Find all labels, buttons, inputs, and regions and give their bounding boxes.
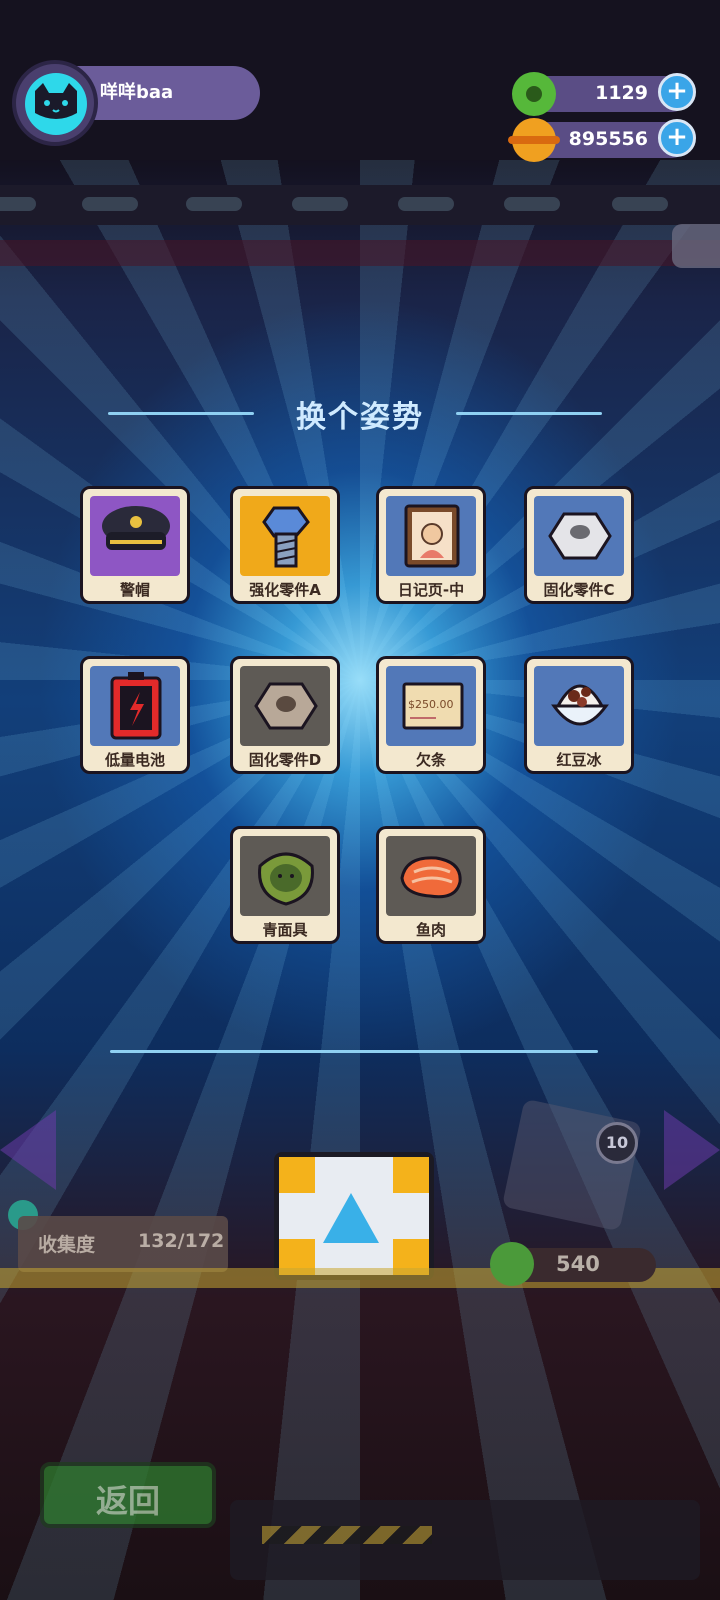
item-nut-c[interactable]: 固化零件C — [524, 486, 634, 604]
item-label: 红豆冰 — [556, 751, 602, 769]
draw-cost-value: 540 — [556, 1252, 600, 1276]
hex-nut-icon — [548, 512, 612, 560]
back-button-label: 返回 — [95, 1482, 160, 1520]
title-divider-right — [456, 412, 602, 415]
capsule-box[interactable] — [274, 1152, 434, 1280]
game-scene: 咩咩baa 1129 + 895556 + 换个姿势 警帽 强化零件A 日记页-… — [0, 0, 720, 1600]
triangle-icon — [323, 1193, 379, 1243]
back-button[interactable]: 返回 — [40, 1462, 216, 1528]
panel-title: 换个姿势 — [296, 400, 424, 435]
green-donut-icon — [490, 1242, 534, 1286]
item-label: 固化零件C — [543, 581, 615, 599]
next-arrow-button[interactable] — [664, 1110, 720, 1190]
side-menu-tab[interactable] — [672, 224, 720, 268]
add-donut-button[interactable]: + — [658, 73, 696, 111]
item-red-bean-ice[interactable]: 红豆冰 — [524, 656, 634, 774]
iou-amount-text: $250.00 — [408, 698, 454, 711]
item-label: 鱼肉 — [415, 921, 446, 939]
green-mask-icon — [258, 852, 314, 906]
iou-note-icon: $250.00 — [402, 682, 464, 730]
item-low-battery[interactable]: 低量电池 — [80, 656, 190, 774]
police-cap-icon — [102, 506, 170, 550]
hex-nut-icon — [254, 682, 318, 730]
donut-currency: 1129 + — [512, 72, 696, 116]
item-iou-note[interactable]: $250.00 欠条 — [376, 656, 486, 774]
fish-meat-icon — [400, 856, 462, 899]
item-bolt-a[interactable]: 强化零件A — [230, 486, 340, 604]
coin-value: 895556 — [568, 128, 648, 150]
player-name: 咩咩baa — [100, 82, 174, 103]
draw-cost: 540 — [490, 1242, 656, 1286]
capsule-count-badge: 10 — [596, 1122, 638, 1164]
diary-page-icon — [404, 504, 460, 568]
item-label: 日记页-中 — [397, 581, 465, 599]
item-police-cap[interactable]: 警帽 — [80, 486, 190, 604]
item-fish-meat[interactable]: 鱼肉 — [376, 826, 486, 944]
item-label: 低量电池 — [104, 751, 165, 769]
stage-lights — [0, 185, 720, 225]
item-label: 青面具 — [262, 921, 308, 939]
stage-curtain-bar — [0, 240, 720, 266]
add-coin-button[interactable]: + — [658, 119, 696, 157]
green-donut-icon — [512, 72, 556, 116]
item-diary-page[interactable]: 日记页-中 — [376, 486, 486, 604]
cat-face-icon — [35, 83, 77, 119]
next-capsule-box — [501, 1098, 643, 1232]
item-green-mask[interactable]: 青面具 — [230, 826, 340, 944]
orange-planet-icon — [508, 118, 560, 162]
collection-value: 132/172 — [138, 1230, 225, 1252]
item-label: 强化零件A — [249, 581, 321, 599]
red-bean-ice-icon — [551, 684, 609, 726]
hazard-stripe — [262, 1526, 432, 1544]
collection-label: 收集度 — [38, 1234, 96, 1256]
item-label: 固化零件D — [248, 751, 322, 769]
low-battery-icon — [110, 672, 162, 740]
avatar[interactable] — [25, 73, 87, 135]
item-label: 欠条 — [415, 751, 446, 769]
donut-value: 1129 — [595, 82, 648, 104]
item-label: 警帽 — [119, 581, 150, 599]
bolt-icon — [262, 506, 310, 568]
panel-divider — [110, 1050, 598, 1053]
prev-arrow-button[interactable] — [0, 1110, 56, 1190]
collection-progress: 收集度 132/172 — [18, 1216, 228, 1272]
item-nut-d[interactable]: 固化零件D — [230, 656, 340, 774]
coin-currency: 895556 + — [508, 118, 696, 162]
